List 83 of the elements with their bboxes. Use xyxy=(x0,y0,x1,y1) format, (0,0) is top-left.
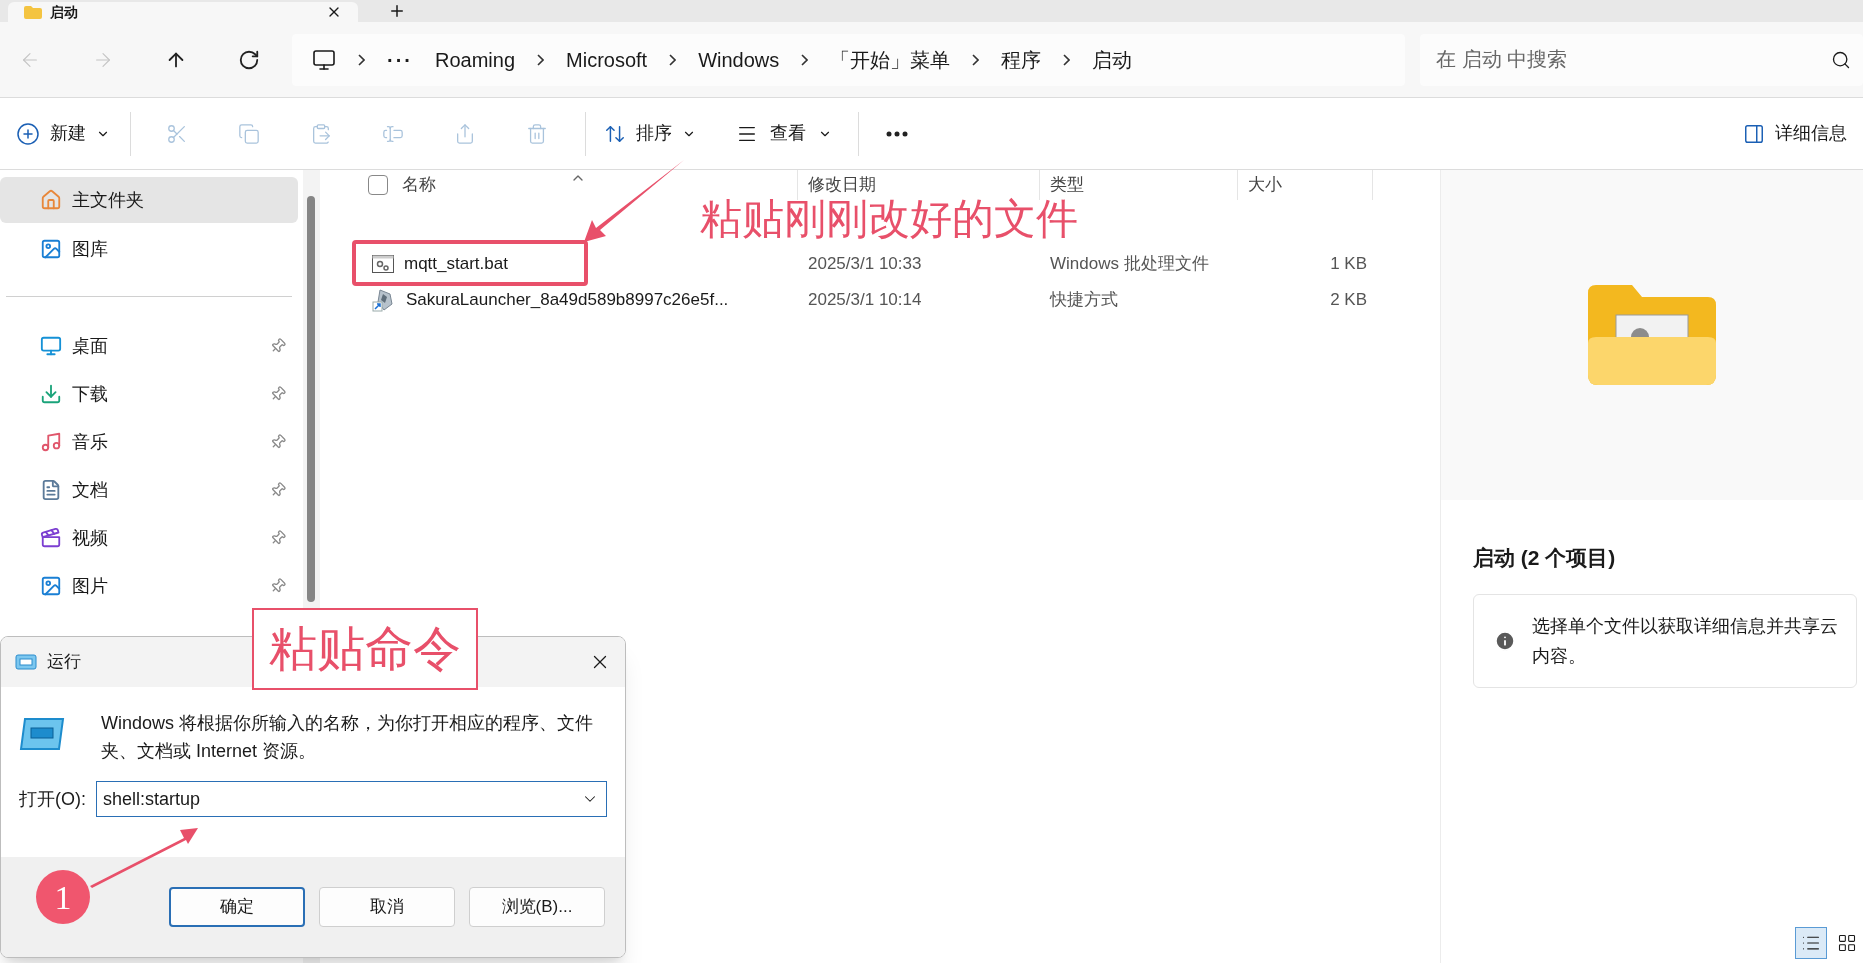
sidebar-item[interactable]: 主文件夹 xyxy=(0,177,298,223)
dialog-title: 运行 xyxy=(47,651,81,674)
details-button[interactable]: 详细信息 xyxy=(1737,111,1853,156)
view-button[interactable]: 查看 xyxy=(728,111,840,156)
more-icon xyxy=(886,130,908,137)
folder-icon xyxy=(24,5,42,19)
file-name: mqtt_start.bat xyxy=(404,253,508,276)
breadcrumb-item[interactable]: 程序 xyxy=(1001,44,1042,75)
chevron-icon xyxy=(358,53,365,66)
file-type: Windows 批处理文件 xyxy=(1049,253,1210,276)
run-icon xyxy=(15,654,37,670)
sort-button[interactable]: 排序 xyxy=(596,111,704,156)
dialog-button[interactable]: 取消 xyxy=(319,887,455,927)
file-type: 快捷方式 xyxy=(1048,289,1119,312)
column-header[interactable]: 名称 xyxy=(402,172,436,198)
copy-icon xyxy=(238,122,260,145)
share-icon xyxy=(454,122,476,145)
details-title: 启动 (2 个项目) xyxy=(1473,545,1617,571)
home-icon xyxy=(40,189,62,211)
chevron-icon xyxy=(537,53,545,66)
column-header[interactable]: 修改日期 xyxy=(808,172,876,198)
dialog-description: Windows 将根据你所输入的名称，为你打开相应的程序、文件夹、文档或 Internet 资源。 xyxy=(101,712,595,763)
new-button[interactable]: 新建 xyxy=(12,111,114,156)
file-size: 2 KB xyxy=(1329,289,1368,312)
shortcut-icon xyxy=(372,288,396,312)
search-field[interactable]: 在 启动 中搜索 xyxy=(1420,33,1863,86)
new-tab-icon[interactable] xyxy=(388,2,406,20)
trash-icon xyxy=(526,122,548,145)
chevron-icon xyxy=(1063,53,1071,66)
annotation-callout: 粘贴命令 xyxy=(252,608,478,690)
sidebar-item[interactable]: 文档 xyxy=(0,466,298,514)
batch-file-icon xyxy=(372,255,394,273)
sidebar-item[interactable]: 图片 xyxy=(0,562,298,610)
annotation-text: 粘贴刚刚改好的文件 xyxy=(700,198,1078,240)
video-icon xyxy=(40,527,62,549)
breadcrumb-item[interactable]: 「开始」菜单 xyxy=(830,44,951,75)
info-icon xyxy=(1494,629,1516,652)
chevron-icon xyxy=(972,53,980,66)
breadcrumb-item[interactable]: 启动 xyxy=(1092,44,1133,75)
column-header[interactable]: 类型 xyxy=(1050,172,1084,198)
modified-date: 2025/3/1 10:14 xyxy=(807,289,923,312)
clipboard-icon xyxy=(310,122,332,145)
document-icon xyxy=(40,479,62,501)
chevron-icon xyxy=(669,53,677,66)
address-bar[interactable]: ··· Roaming Microsoft Windows 「开始」菜单 程序 启动 xyxy=(292,33,1405,86)
column-header[interactable]: 大小 xyxy=(1248,172,1282,198)
file-size: 1 KB xyxy=(1329,253,1368,276)
breadcrumb-item[interactable]: Microsoft xyxy=(566,44,648,75)
folder-icon xyxy=(1588,285,1716,385)
breadcrumb-overflow[interactable]: ··· xyxy=(387,44,413,75)
open-label: 打开(O): xyxy=(19,787,86,811)
details-view-button[interactable] xyxy=(1795,927,1827,959)
music-icon xyxy=(40,431,62,453)
scissors-icon xyxy=(166,122,188,145)
file-name: SakuraLauncher_8a49d589b8997c26e5f... xyxy=(406,289,729,312)
chevron-icon xyxy=(801,53,809,66)
sidebar-item[interactable]: 桌面 xyxy=(0,322,298,370)
desktop-icon xyxy=(40,335,62,357)
info-text: 选择单个文件以获取详细信息并共享云内容。 xyxy=(1532,614,1839,668)
dialog-button[interactable]: 浏览(B)... xyxy=(469,887,605,927)
sidebar-item[interactable]: 图库 xyxy=(0,226,298,272)
sidebar-item[interactable]: 视频 xyxy=(0,514,298,562)
plus-icon xyxy=(16,121,40,146)
download-icon xyxy=(40,383,62,405)
image-icon xyxy=(40,575,62,597)
modified-date: 2025/3/1 10:33 xyxy=(807,253,923,276)
select-all-checkbox[interactable] xyxy=(368,175,388,195)
grid-icon xyxy=(1837,933,1857,953)
breadcrumb-item[interactable]: Windows xyxy=(698,44,780,75)
run-icon xyxy=(19,717,65,751)
panel-icon xyxy=(1743,122,1765,145)
tab[interactable]: 启动 xyxy=(8,2,358,22)
sidebar-item[interactable]: 音乐 xyxy=(0,418,298,466)
computer-icon xyxy=(312,47,336,72)
scrollbar-thumb[interactable] xyxy=(307,196,315,602)
sidebar-item[interactable]: 下载 xyxy=(0,370,298,418)
file-row[interactable]: SakuraLauncher_8a49d589b8997c26e5f... 2025/3/1 10:14 快捷方式 2 KB xyxy=(320,282,1440,318)
search-icon[interactable] xyxy=(1831,49,1851,70)
command-field[interactable]: shell:startup xyxy=(96,781,607,817)
image-icon xyxy=(40,238,62,260)
file-row[interactable]: mqtt_start.bat 2025/3/1 10:33 Windows 批处理文件 1 KB xyxy=(320,246,1440,282)
dialog-button[interactable]: 确定 xyxy=(169,887,305,927)
breadcrumb-item[interactable]: Roaming xyxy=(435,44,516,75)
